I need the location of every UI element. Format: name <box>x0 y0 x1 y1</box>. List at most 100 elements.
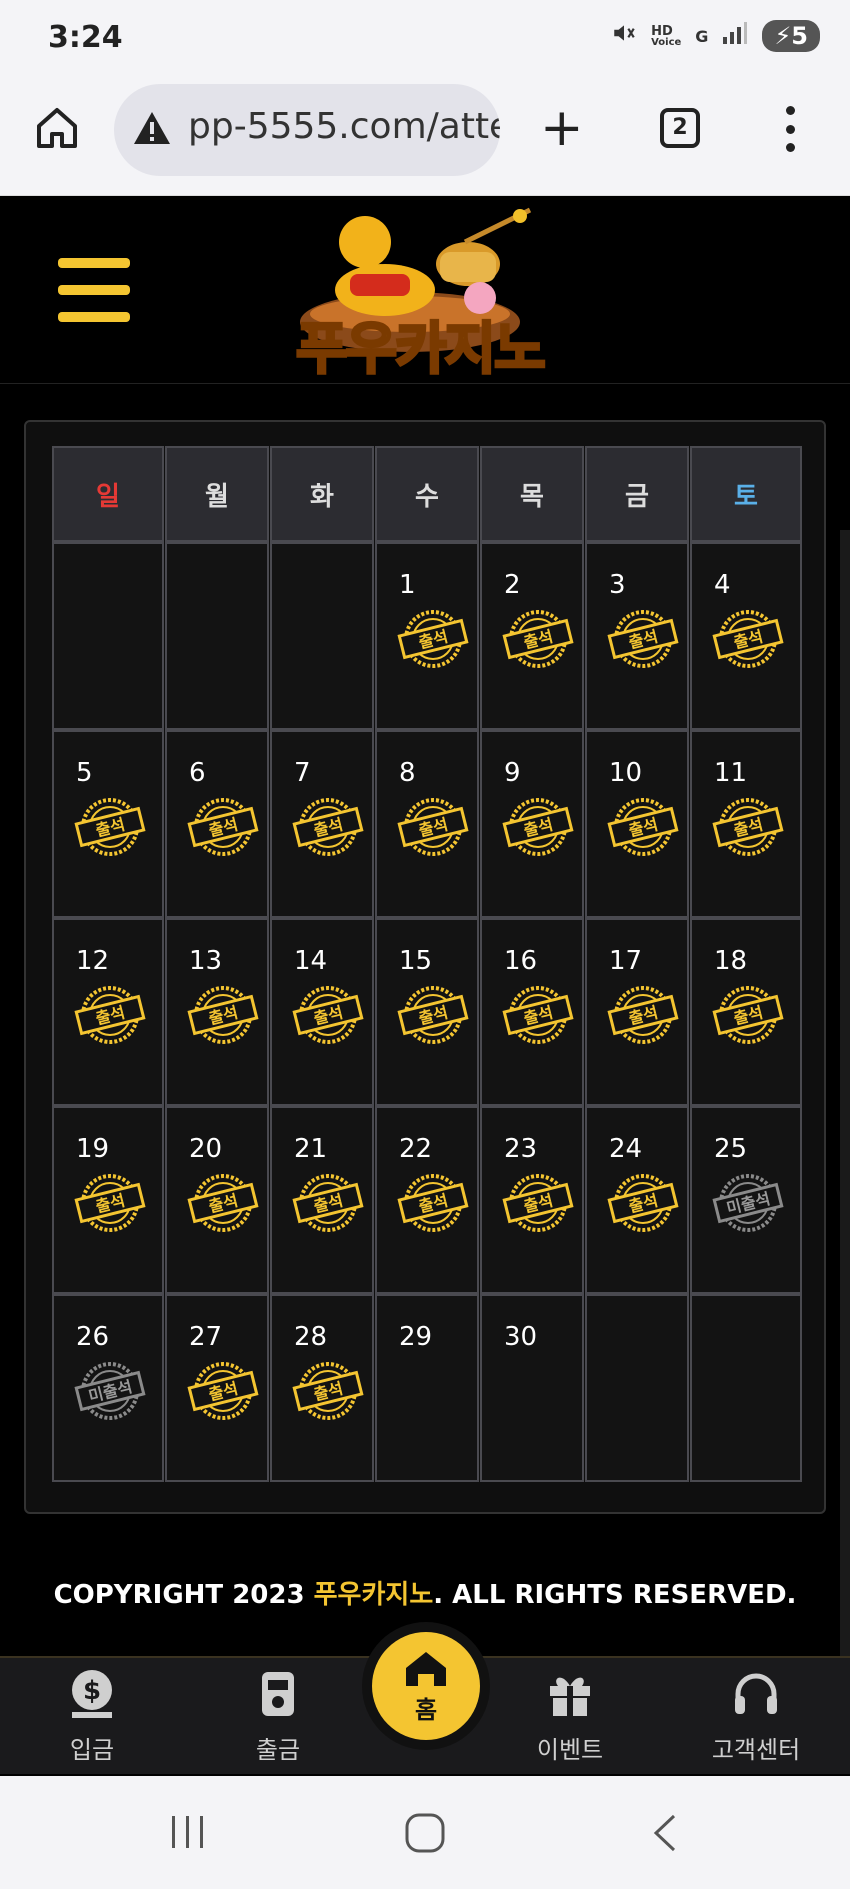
calendar-day-cell[interactable]: 22 출석 <box>375 1106 479 1294</box>
headset-icon <box>735 1673 777 1714</box>
calendar-day-cell[interactable]: 28 출석 <box>270 1294 374 1482</box>
attended-stamp-icon: 출석 <box>290 1168 366 1238</box>
warning-icon[interactable] <box>132 108 172 148</box>
day-number: 21 <box>294 1134 328 1164</box>
missed-stamp-icon: 미출석 <box>710 1168 786 1238</box>
attended-stamp-icon: 출석 <box>710 980 786 1050</box>
calendar-day-cell[interactable]: 30 <box>480 1294 584 1482</box>
calendar-day-cell[interactable]: 8 출석 <box>375 730 479 918</box>
hd-label: HD <box>651 23 673 39</box>
browser-menu-icon[interactable] <box>782 106 798 152</box>
nav-support[interactable]: 고객센터 <box>696 1668 816 1765</box>
nav-deposit[interactable]: $ 입금 <box>32 1668 152 1765</box>
svg-text:$: $ <box>83 1676 101 1706</box>
scrollbar[interactable] <box>840 530 850 1660</box>
day-number: 4 <box>714 570 731 600</box>
day-number: 20 <box>189 1134 223 1164</box>
weekday-header: 수 <box>375 446 479 542</box>
calendar-day-cell[interactable]: 18 출석 <box>690 918 802 1106</box>
calendar-empty-cell <box>165 542 269 730</box>
calendar-empty-cell <box>52 542 164 730</box>
nav-withdraw[interactable]: 출금 <box>218 1668 338 1765</box>
attended-stamp-icon: 출석 <box>185 1168 261 1238</box>
tab-count-button[interactable]: 2 <box>660 108 700 148</box>
day-number: 16 <box>504 946 538 976</box>
calendar-day-cell[interactable]: 4 출석 <box>690 542 802 730</box>
url-text[interactable]: pp-5555.com/atte <box>188 106 500 147</box>
recent-apps-icon[interactable] <box>168 1812 208 1852</box>
calendar-day-cell[interactable]: 27 출석 <box>165 1294 269 1482</box>
day-number: 29 <box>399 1322 433 1352</box>
attended-stamp-icon: 출석 <box>185 792 261 862</box>
calendar-day-cell[interactable]: 1 출석 <box>375 542 479 730</box>
attended-stamp-icon: 출석 <box>290 980 366 1050</box>
calendar-day-cell[interactable]: 20 출석 <box>165 1106 269 1294</box>
attended-stamp-icon: 출석 <box>500 604 576 674</box>
calendar-day-cell[interactable]: 2 출석 <box>480 542 584 730</box>
logo-text[interactable]: 푸우카지노 <box>295 304 548 385</box>
address-bar[interactable]: pp-5555.com/atte <box>114 84 500 176</box>
day-number: 25 <box>714 1134 748 1164</box>
calendar-day-cell[interactable]: 19 출석 <box>52 1106 164 1294</box>
signal-icon <box>722 21 748 51</box>
calendar-day-cell[interactable]: 24 출석 <box>585 1106 689 1294</box>
calendar-day-cell[interactable]: 12 출석 <box>52 918 164 1106</box>
calendar-day-cell[interactable]: 26 미출석 <box>52 1294 164 1482</box>
day-number: 26 <box>76 1322 110 1352</box>
day-number: 17 <box>609 946 643 976</box>
day-number: 2 <box>504 570 521 600</box>
attended-stamp-icon: 출석 <box>72 1168 148 1238</box>
calendar-day-cell[interactable]: 29 <box>375 1294 479 1482</box>
calendar-day-cell[interactable]: 9 출석 <box>480 730 584 918</box>
attended-stamp-icon: 출석 <box>500 792 576 862</box>
day-number: 30 <box>504 1322 538 1352</box>
calendar-day-cell[interactable]: 6 출석 <box>165 730 269 918</box>
copyright-prefix: COPYRIGHT 2023 <box>53 1580 314 1610</box>
calendar-day-cell[interactable]: 13 출석 <box>165 918 269 1106</box>
day-number: 15 <box>399 946 433 976</box>
weekday-header: 금 <box>585 446 689 542</box>
calendar-day-cell[interactable]: 11 출석 <box>690 730 802 918</box>
calendar-grid: 일 월 화 수 목 금 토 1 출석 2 출석 3 출석 4 출석 5 출석 6 출석 7 출석 8 출석 9 출석 10 출석 11… <box>52 446 802 1482</box>
calendar-day-cell[interactable]: 14 출석 <box>270 918 374 1106</box>
calendar-day-cell[interactable]: 17 출석 <box>585 918 689 1106</box>
nav-event[interactable]: 이벤트 <box>510 1668 630 1765</box>
day-number: 24 <box>609 1134 643 1164</box>
status-icons: HD Voice G ⚡5 <box>611 20 820 52</box>
attended-stamp-icon: 출석 <box>395 1168 471 1238</box>
weekday-header: 목 <box>480 446 584 542</box>
attended-stamp-icon: 출석 <box>605 604 681 674</box>
nav-event-label: 이벤트 <box>536 1736 604 1764</box>
calendar-day-cell[interactable]: 25 미출석 <box>690 1106 802 1294</box>
day-number: 18 <box>714 946 748 976</box>
voice-label: Voice <box>651 36 682 48</box>
attendance-calendar: 일 월 화 수 목 금 토 1 출석 2 출석 3 출석 4 출석 5 출석 6 출석 7 출석 8 출석 9 출석 10 출석 11… <box>24 420 826 1514</box>
day-number: 11 <box>714 758 748 788</box>
day-number: 28 <box>294 1322 328 1352</box>
day-number: 23 <box>504 1134 538 1164</box>
day-number: 3 <box>609 570 626 600</box>
calendar-day-cell[interactable]: 15 출석 <box>375 918 479 1106</box>
attended-stamp-icon: 출석 <box>290 792 366 862</box>
weekday-header: 월 <box>165 446 269 542</box>
battery-icon: ⚡5 <box>762 20 820 52</box>
calendar-day-cell[interactable]: 5 출석 <box>52 730 164 918</box>
new-tab-button[interactable]: + <box>540 102 584 154</box>
network-type-icon: G <box>695 26 709 46</box>
back-icon[interactable] <box>646 1812 682 1854</box>
calendar-day-cell[interactable]: 3 출석 <box>585 542 689 730</box>
attended-stamp-icon: 출석 <box>185 1356 261 1426</box>
android-home-icon[interactable] <box>404 1812 446 1854</box>
nav-home-button[interactable]: 홈 <box>372 1632 480 1740</box>
browser-home-icon[interactable] <box>34 104 80 150</box>
calendar-day-cell[interactable]: 16 출석 <box>480 918 584 1106</box>
attended-stamp-icon: 출석 <box>710 792 786 862</box>
browser-toolbar: pp-5555.com/atte + 2 <box>0 80 850 196</box>
coin-icon: $ <box>72 1670 112 1718</box>
copyright-brand: 푸우카지노 <box>313 1580 434 1610</box>
calendar-day-cell[interactable]: 7 출석 <box>270 730 374 918</box>
calendar-day-cell[interactable]: 21 출석 <box>270 1106 374 1294</box>
calendar-day-cell[interactable]: 10 출석 <box>585 730 689 918</box>
hamburger-menu-icon[interactable] <box>58 258 130 322</box>
calendar-day-cell[interactable]: 23 출석 <box>480 1106 584 1294</box>
